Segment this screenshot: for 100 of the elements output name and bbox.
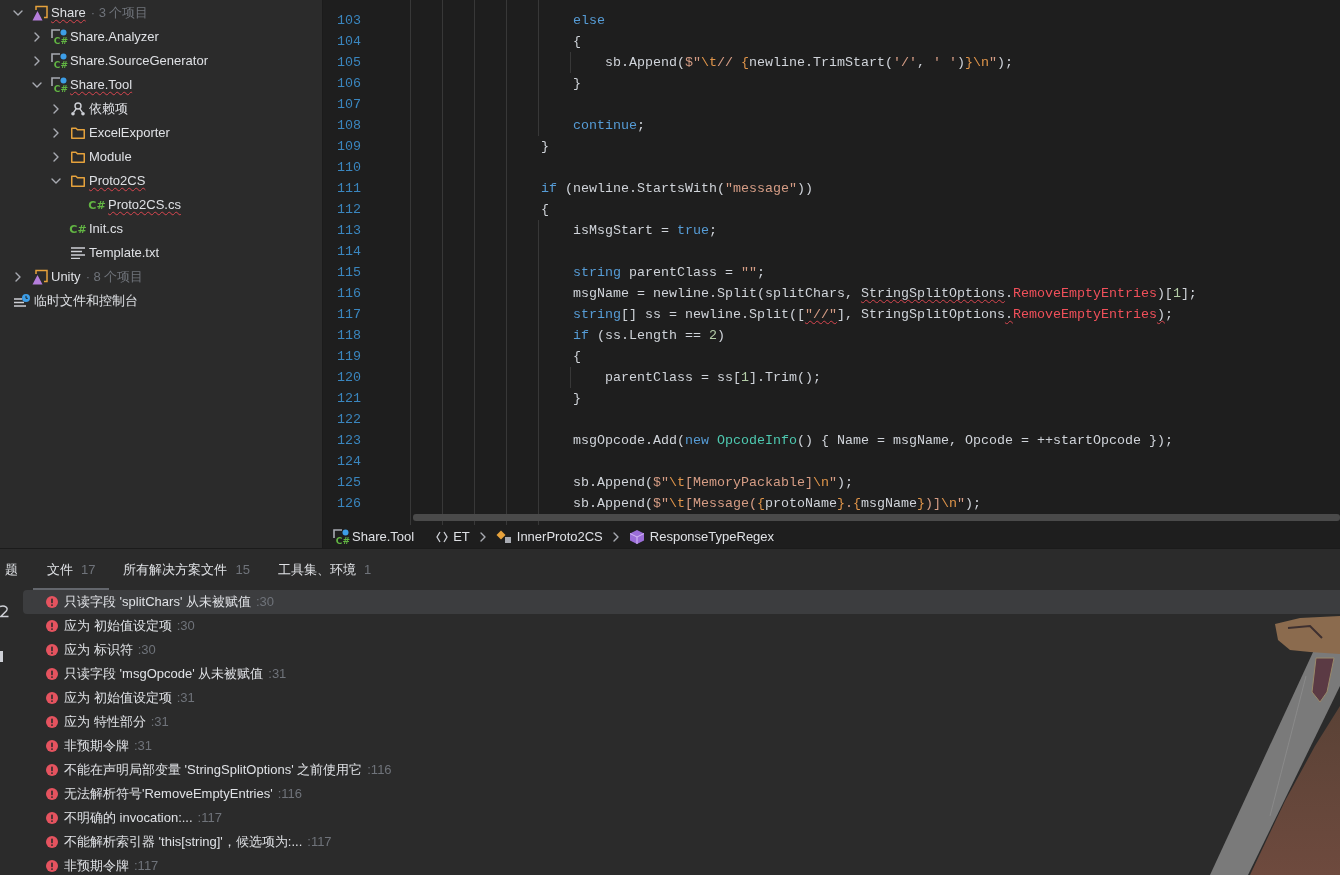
lines-clock-icon	[14, 294, 30, 308]
partial-toolbar-icon[interactable]	[0, 604, 9, 618]
problem-row[interactable]: 不能在声明局部变量 'StringSplitOptions' 之前使用它 :116	[23, 758, 1340, 782]
code-line: msgOpcode.Add(new OpcodeInfo() { Name = msgName, Opcode = ++startOpcode });	[573, 432, 1173, 449]
error-icon	[46, 692, 58, 704]
line-number: 114	[337, 243, 361, 260]
chevron-right-icon[interactable]	[34, 32, 40, 42]
tree-item-label[interactable]: Init.cs	[89, 221, 123, 237]
item-count: · 3 个项目	[90, 5, 149, 21]
line-number: 103	[337, 12, 361, 29]
tree-item-label[interactable]: Proto2CS	[89, 173, 146, 189]
line-number: 112	[337, 201, 361, 218]
tree-item-label[interactable]: 临时文件和控制台	[34, 293, 138, 309]
line-reference: :117	[134, 858, 159, 874]
line-reference: :30	[256, 594, 275, 610]
chevron-down-icon[interactable]	[13, 10, 23, 16]
code-line: {	[573, 348, 581, 365]
tree-item-label[interactable]: Template.txt	[89, 245, 160, 261]
chevron-right-icon[interactable]	[34, 56, 40, 66]
breadcrumb-item[interactable]: Share.Tool	[352, 528, 415, 545]
csharp-file-icon: C#	[69, 222, 87, 236]
problem-row[interactable]: 不能解析索引器 'this[string]'，候选项为:... :117	[23, 830, 1340, 854]
problem-message: 应为 初始值设定项	[64, 618, 172, 634]
text-lines-icon	[71, 247, 85, 259]
chevron-right-icon[interactable]	[53, 152, 59, 162]
breadcrumb-item[interactable]: ResponseTypeRegex	[649, 528, 775, 545]
line-number: 110	[337, 159, 361, 176]
folder-triangle-icon	[32, 269, 48, 285]
problem-row[interactable]: 只读字段 'msgOpcode' 从未被赋值 :31	[23, 662, 1340, 686]
line-number: 104	[337, 33, 361, 50]
code-line: sb.Append($"\t[MemoryPackable]\n");	[573, 474, 853, 491]
line-number: 106	[337, 75, 361, 92]
tree-item-label[interactable]: 依赖项	[89, 101, 128, 117]
chevron-right-icon[interactable]	[15, 272, 21, 282]
line-number: 122	[337, 411, 361, 428]
code-line: msgName = newline.Split(splitChars, StringSplitOptions.RemoveEmptyEntries)[1];	[573, 285, 1197, 302]
error-icon	[46, 860, 58, 872]
chevron-down-icon[interactable]	[51, 178, 61, 184]
problem-message: 无法解析符号'RemoveEmptyEntries'	[64, 786, 273, 802]
problem-row[interactable]: 只读字段 'splitChars' 从未被赋值 :30	[23, 590, 1340, 614]
problem-message: 只读字段 'msgOpcode' 从未被赋值	[64, 666, 264, 682]
horizontal-scrollbar[interactable]	[413, 514, 1340, 521]
chevron-down-icon[interactable]	[32, 82, 42, 88]
line-number: 118	[337, 327, 361, 344]
error-icon	[46, 788, 58, 800]
code-line: parentClass = ss[1].Trim();	[605, 369, 821, 386]
line-number: 109	[337, 138, 361, 155]
line-number: 126	[337, 495, 361, 512]
line-number: 113	[337, 222, 361, 239]
problem-row[interactable]: 应为 初始值设定项 :30	[23, 614, 1340, 638]
line-reference: :31	[176, 690, 195, 706]
line-reference: :31	[150, 714, 169, 730]
line-reference: :31	[134, 738, 153, 754]
folder-triangle-icon	[32, 5, 48, 21]
code-line: }	[541, 138, 549, 155]
line-number: 123	[337, 432, 361, 449]
line-number: 121	[337, 390, 361, 407]
line-number: 125	[337, 474, 361, 491]
breadcrumb-item[interactable]: InnerProto2CS	[516, 528, 603, 545]
tree-item-label[interactable]: Proto2CS.cs	[108, 197, 181, 213]
tree-item-label[interactable]: Unity	[51, 269, 81, 285]
tree-item-label[interactable]: ExcelExporter	[89, 125, 170, 141]
breadcrumb-item[interactable]: ET	[453, 528, 470, 545]
problem-row[interactable]: 不明确的 invocation:... :117	[23, 806, 1340, 830]
code-line: }	[573, 75, 581, 92]
error-icon	[46, 740, 58, 752]
line-number: 120	[337, 369, 361, 386]
line-number: 116	[337, 285, 361, 302]
tree-item-label[interactable]: Module	[89, 149, 132, 165]
tree-item-label[interactable]: Share	[51, 5, 86, 21]
line-number: 108	[337, 117, 361, 134]
line-reference: :30	[176, 618, 195, 634]
problem-row[interactable]: 非预期令牌 :31	[23, 734, 1340, 758]
problem-row[interactable]: 无法解析符号'RemoveEmptyEntries' :116	[23, 782, 1340, 806]
problem-row[interactable]: 非预期令牌 :117	[23, 854, 1340, 875]
chevron-right-icon[interactable]	[53, 128, 59, 138]
chevron-right-icon	[479, 531, 486, 542]
line-reference: :116	[277, 786, 303, 802]
chevron-right-icon[interactable]	[53, 104, 59, 114]
csharp-file-icon: C#	[88, 198, 106, 212]
problem-row[interactable]: 应为 初始值设定项 :31	[23, 686, 1340, 710]
line-reference: :117	[197, 810, 222, 826]
code-line: if (newline.StartsWith("message"))	[541, 180, 813, 197]
problem-row[interactable]: 应为 特性部分 :31	[23, 710, 1340, 734]
tree-item-label[interactable]: Share.SourceGenerator	[70, 53, 209, 69]
problems-tab[interactable]: 工具集、环境 1	[263, 549, 386, 590]
problems-tab[interactable]: 所有解决方案文件 15	[109, 549, 264, 590]
problem-row[interactable]: 应为 标识符 :30	[23, 638, 1340, 662]
angle-brackets-icon	[436, 530, 449, 543]
cube-icon	[628, 528, 645, 545]
line-number: 119	[337, 348, 361, 365]
problem-message: 不能在声明局部变量 'StringSplitOptions' 之前使用它	[64, 762, 363, 778]
line-number: 105	[337, 54, 361, 71]
tree-item-label[interactable]: Share.Tool	[70, 77, 133, 93]
problem-message: 非预期令牌	[64, 738, 129, 754]
error-icon	[46, 764, 58, 776]
code-line: {	[541, 201, 549, 218]
error-icon	[46, 836, 58, 848]
tree-item-label[interactable]: Share.Analyzer	[70, 29, 159, 45]
chevron-right-icon	[612, 531, 619, 542]
